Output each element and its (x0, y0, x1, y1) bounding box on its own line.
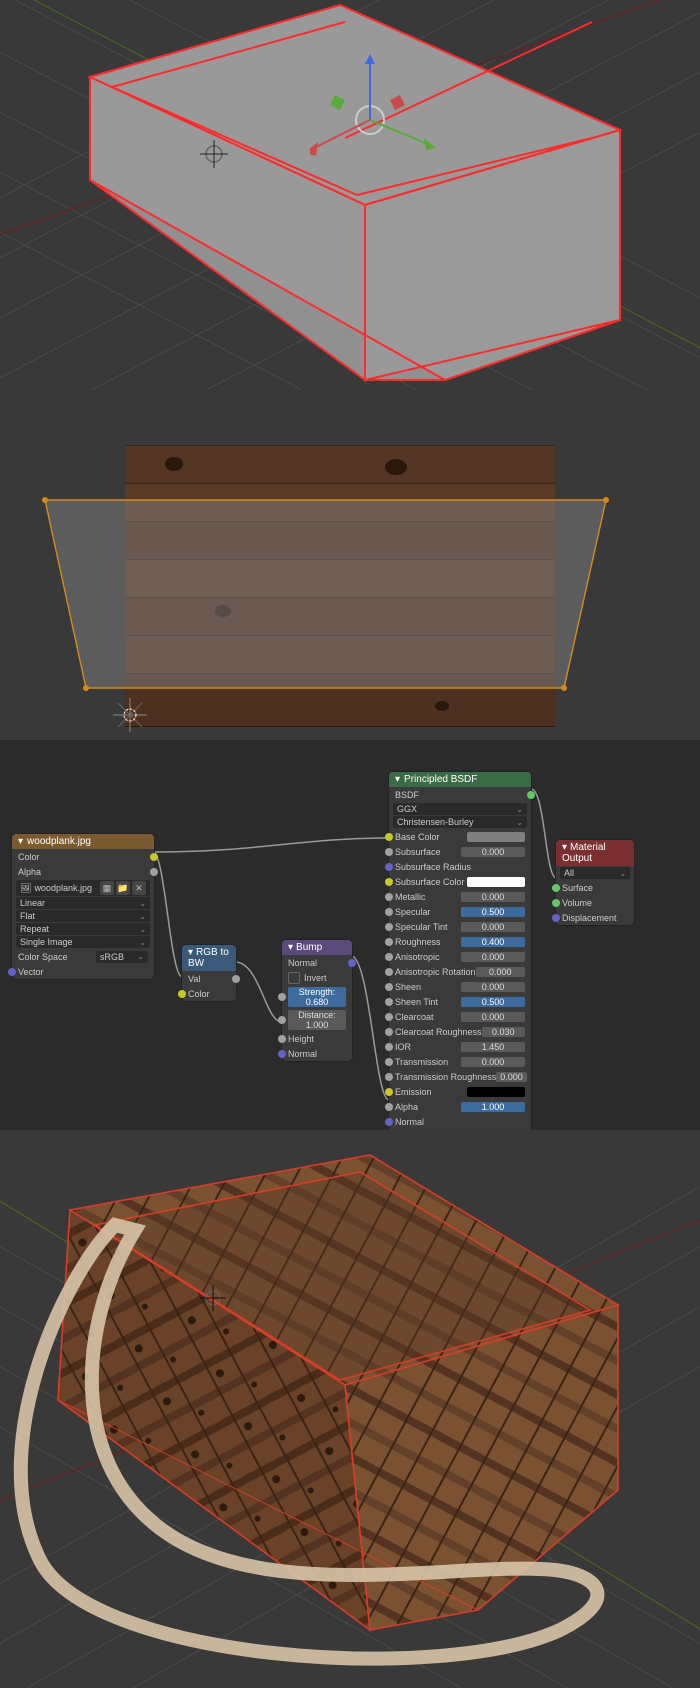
node-header[interactable]: ▾RGB to BW (182, 945, 236, 971)
bsdf-input-subsurface[interactable]: Subsurface0.000 (389, 844, 531, 859)
node-header[interactable]: ▾Material Output (556, 840, 634, 866)
interpolation-dropdown[interactable]: Linear⌄ (16, 897, 150, 909)
bsdf-input-metallic[interactable]: Metallic0.000 (389, 889, 531, 904)
open-image-button[interactable]: 📁 (116, 881, 130, 895)
socket-alpha-out: Alpha (18, 867, 148, 877)
source-dropdown[interactable]: Single Image⌄ (16, 936, 150, 948)
node-bump[interactable]: ▾Bump Normal Invert Strength: 0.680 Dist… (282, 940, 352, 1061)
bsdf-input-base-color[interactable]: Base Color (389, 829, 531, 844)
bsdf-input-ior[interactable]: IOR1.450 (389, 1039, 531, 1054)
socket-volume-in: Volume (562, 898, 628, 908)
value-slider[interactable]: 0.000 (496, 1072, 527, 1082)
3d-cursor-icon (200, 140, 228, 168)
socket-normal-out: Normal (288, 958, 346, 968)
value-slider[interactable]: 0.000 (476, 967, 525, 977)
socket-normal-in: Normal (288, 1049, 346, 1059)
distance-slider[interactable]: Distance: 1.000 (288, 1010, 346, 1030)
value-slider[interactable]: 0.000 (461, 1057, 525, 1067)
value-slider[interactable]: 0.500 (461, 997, 525, 1007)
color-swatch[interactable] (467, 832, 525, 842)
bsdf-input-roughness[interactable]: Roughness0.400 (389, 934, 531, 949)
value-slider[interactable]: 1.450 (461, 1042, 525, 1052)
invert-checkbox[interactable] (288, 972, 300, 984)
bsdf-input-transmission-roughness[interactable]: Transmission Roughness0.000 (389, 1069, 531, 1084)
subsurface-method-dropdown[interactable]: Christensen-Burley⌄ (393, 816, 527, 828)
socket-surface-in: Surface (562, 883, 628, 893)
color-swatch[interactable] (467, 1087, 525, 1097)
socket-height-in: Height (288, 1034, 346, 1044)
bsdf-input-clearcoat[interactable]: Clearcoat0.000 (389, 1009, 531, 1024)
bsdf-input-alpha[interactable]: Alpha1.000 (389, 1099, 531, 1114)
node-header[interactable]: ▾Principled BSDF (389, 772, 531, 787)
value-slider[interactable]: 0.000 (461, 892, 525, 902)
bsdf-input-sheen-tint[interactable]: Sheen Tint0.500 (389, 994, 531, 1009)
bsdf-input-specular-tint[interactable]: Specular Tint0.000 (389, 919, 531, 934)
transform-gizmo[interactable] (310, 50, 450, 190)
value-slider[interactable]: 0.500 (461, 907, 525, 917)
uv-image-editor[interactable] (0, 390, 700, 740)
node-image-texture[interactable]: ▾woodplank.jpg Color Alpha 🖼 woodplank.j… (12, 834, 154, 979)
bsdf-input-normal[interactable]: Normal (389, 1114, 531, 1129)
bsdf-input-sheen[interactable]: Sheen0.000 (389, 979, 531, 994)
bsdf-input-subsurface-radius[interactable]: Subsurface Radius (389, 859, 531, 874)
node-rgb-to-bw[interactable]: ▾RGB to BW Val Color (182, 945, 236, 1001)
strength-slider[interactable]: Strength: 0.680 (288, 987, 346, 1007)
projection-dropdown[interactable]: Flat⌄ (16, 910, 150, 922)
color-swatch[interactable] (467, 877, 525, 887)
node-header[interactable]: ▾Bump (282, 940, 352, 955)
3d-cursor-icon (200, 1285, 226, 1311)
target-dropdown[interactable]: All⌄ (560, 867, 630, 879)
value-slider[interactable]: 0.000 (461, 847, 525, 857)
bsdf-input-anisotropic-rotation[interactable]: Anisotropic Rotation0.000 (389, 964, 531, 979)
bsdf-input-emission[interactable]: Emission (389, 1084, 531, 1099)
viewport-3d-textured[interactable] (0, 1130, 700, 1688)
image-icon: 🖼 (20, 883, 31, 894)
bsdf-input-transmission[interactable]: Transmission0.000 (389, 1054, 531, 1069)
extension-dropdown[interactable]: Repeat⌄ (16, 923, 150, 935)
value-slider[interactable]: 0.000 (461, 922, 525, 932)
distribution-dropdown[interactable]: GGX⌄ (393, 803, 527, 815)
value-slider[interactable]: 1.000 (461, 1102, 525, 1112)
socket-displacement-in: Displacement (562, 913, 628, 923)
viewport-3d-edit-mode[interactable] (0, 0, 700, 390)
node-principled-bsdf[interactable]: ▾Principled BSDF BSDF GGX⌄ Christensen-B… (389, 772, 531, 1130)
colorspace-dropdown[interactable]: sRGB⌄ (96, 951, 148, 963)
bsdf-input-anisotropic[interactable]: Anisotropic0.000 (389, 949, 531, 964)
colorspace-label: Color Space (18, 952, 96, 962)
bsdf-input-clearcoat-roughness[interactable]: Clearcoat Roughness0.030 (389, 1024, 531, 1039)
shader-node-editor[interactable]: ▾woodplank.jpg Color Alpha 🖼 woodplank.j… (0, 740, 700, 1130)
socket-bsdf-out: BSDF (395, 790, 525, 800)
bsdf-input-specular[interactable]: Specular0.500 (389, 904, 531, 919)
image-datablock-field[interactable]: 🖼 woodplank.jpg ▦ 📁 ✕ (16, 880, 150, 896)
2d-cursor-icon (113, 698, 147, 732)
socket-color-out: Color (18, 852, 148, 862)
value-slider[interactable]: 0.000 (461, 1012, 525, 1022)
node-material-output[interactable]: ▾Material Output All⌄ Surface Volume Dis… (556, 840, 634, 925)
bsdf-input-subsurface-color[interactable]: Subsurface Color (389, 874, 531, 889)
value-slider[interactable]: 0.030 (482, 1027, 525, 1037)
unlink-button[interactable]: ✕ (132, 881, 146, 895)
socket-val-out: Val (188, 974, 230, 984)
socket-vector-in: Vector (18, 967, 148, 977)
value-slider[interactable]: 0.000 (461, 982, 525, 992)
invert-label: Invert (304, 973, 346, 983)
socket-color-in: Color (188, 989, 230, 999)
node-header[interactable]: ▾woodplank.jpg (12, 834, 154, 849)
uv-face-selection[interactable] (0, 390, 700, 740)
new-image-button[interactable]: ▦ (100, 881, 114, 895)
value-slider[interactable]: 0.400 (461, 937, 525, 947)
value-slider[interactable]: 0.000 (461, 952, 525, 962)
